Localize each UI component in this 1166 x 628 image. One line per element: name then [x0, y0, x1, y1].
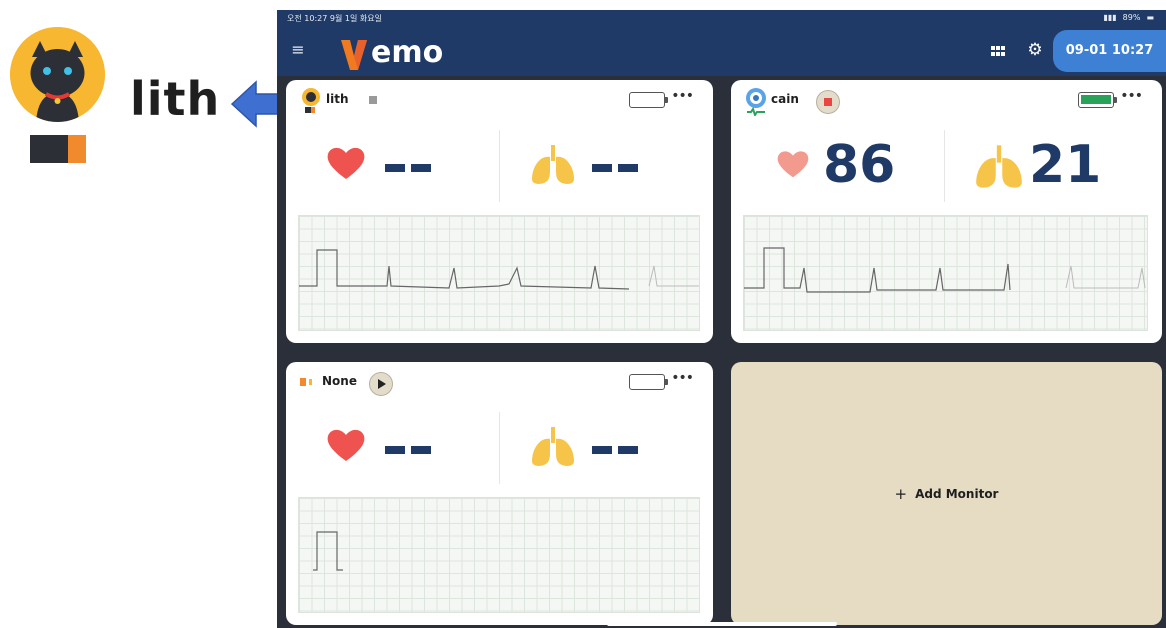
- card-header: lith •••: [286, 80, 713, 120]
- callout-pet-name: lith: [130, 72, 221, 126]
- grid-icon[interactable]: [989, 42, 1007, 60]
- stop-icon: [824, 98, 832, 106]
- dash: [411, 164, 431, 172]
- device-tag-icon: [300, 378, 312, 386]
- lungs-icon: [532, 145, 574, 184]
- add-monitor-text: Add Monitor: [915, 486, 999, 501]
- stop-recording-button[interactable]: [816, 90, 840, 114]
- dash: [592, 164, 612, 172]
- home-indicator: [607, 622, 837, 626]
- dash: [618, 446, 638, 454]
- battery-level: [1081, 95, 1111, 104]
- add-monitor-label: + Add Monitor: [731, 362, 1162, 625]
- more-horizontal-icon[interactable]: •••: [671, 370, 694, 386]
- status-bar: 오전 10:27 9월 1일 화요일 ▮▮▮ 89% ▬: [277, 10, 1166, 26]
- hamburger-icon[interactable]: ≡: [287, 40, 309, 60]
- app-header: ≡ emo ⚙ 09-01 10:27: [277, 26, 1166, 76]
- monitor-name: cain: [771, 92, 799, 106]
- monitor-card-lith[interactable]: lith •••: [286, 80, 713, 343]
- ecg-graph: [298, 497, 700, 613]
- dash: [411, 446, 431, 454]
- ecg-graph: [743, 215, 1148, 331]
- more-horizontal-icon[interactable]: •••: [671, 88, 694, 104]
- resp-rate-panel: [499, 125, 700, 207]
- lungs-icon: [976, 145, 1022, 188]
- resp-rate-panel: 21: [944, 125, 1145, 207]
- cat-icon: [10, 27, 105, 122]
- monitor-name: None: [322, 374, 357, 388]
- cat-icon: [302, 88, 320, 113]
- dash: [385, 446, 405, 454]
- heart-rate-panel: [298, 125, 499, 207]
- card-header: cain •••: [731, 80, 1162, 120]
- tablet-screen: 오전 10:27 9월 1일 화요일 ▮▮▮ 89% ▬ ≡ emo ⚙ 09-…: [277, 10, 1166, 628]
- heart-icon: [327, 147, 365, 179]
- play-button[interactable]: [369, 372, 393, 396]
- device-tag-icon: [30, 135, 86, 163]
- status-time: 오전 10:27 9월 1일 화요일: [287, 14, 382, 23]
- heart-rate-value: 86: [823, 135, 896, 195]
- monitor-name: lith: [326, 92, 349, 106]
- logo-text: emo: [371, 35, 444, 70]
- ecg-graph: [298, 215, 700, 331]
- stop-icon[interactable]: [368, 95, 378, 105]
- gear-icon[interactable]: ⚙: [1025, 40, 1045, 60]
- add-monitor-button[interactable]: + Add Monitor: [731, 362, 1162, 625]
- clock-button[interactable]: 09-01 10:27: [1053, 30, 1166, 72]
- lith-avatar-large: [10, 27, 105, 122]
- signal-icon: ▮▮▮: [1103, 13, 1117, 22]
- battery-percent: 89%: [1122, 13, 1141, 22]
- dash: [385, 164, 405, 172]
- more-horizontal-icon[interactable]: •••: [1120, 88, 1143, 104]
- resp-rate-value: 21: [1029, 135, 1102, 195]
- vitals-row: 86 21: [743, 125, 1145, 207]
- dash: [618, 164, 638, 172]
- battery-icon: [629, 92, 668, 108]
- battery-icon: [1078, 92, 1117, 108]
- status-battery-icon: ▬: [1146, 13, 1154, 22]
- dash: [592, 446, 612, 454]
- heart-icon: [777, 151, 809, 178]
- lungs-icon: [532, 427, 574, 466]
- battery-icon: [629, 374, 668, 390]
- app-logo: emo: [339, 32, 443, 72]
- card-header: None •••: [286, 362, 713, 402]
- pet-avatar-icon: [746, 88, 766, 116]
- heart-icon: [327, 429, 365, 461]
- play-icon: [378, 379, 386, 389]
- monitor-card-none[interactable]: None •••: [286, 362, 713, 625]
- resp-rate-panel: [499, 407, 700, 489]
- monitor-card-cain[interactable]: cain ••• 86 21: [731, 80, 1162, 343]
- vitals-row: [298, 407, 700, 489]
- plus-icon: +: [894, 484, 908, 503]
- heart-rate-panel: 86: [743, 125, 944, 207]
- heart-rate-panel: [298, 407, 499, 489]
- logo-v-icon: [341, 40, 367, 70]
- vitals-row: [298, 125, 700, 207]
